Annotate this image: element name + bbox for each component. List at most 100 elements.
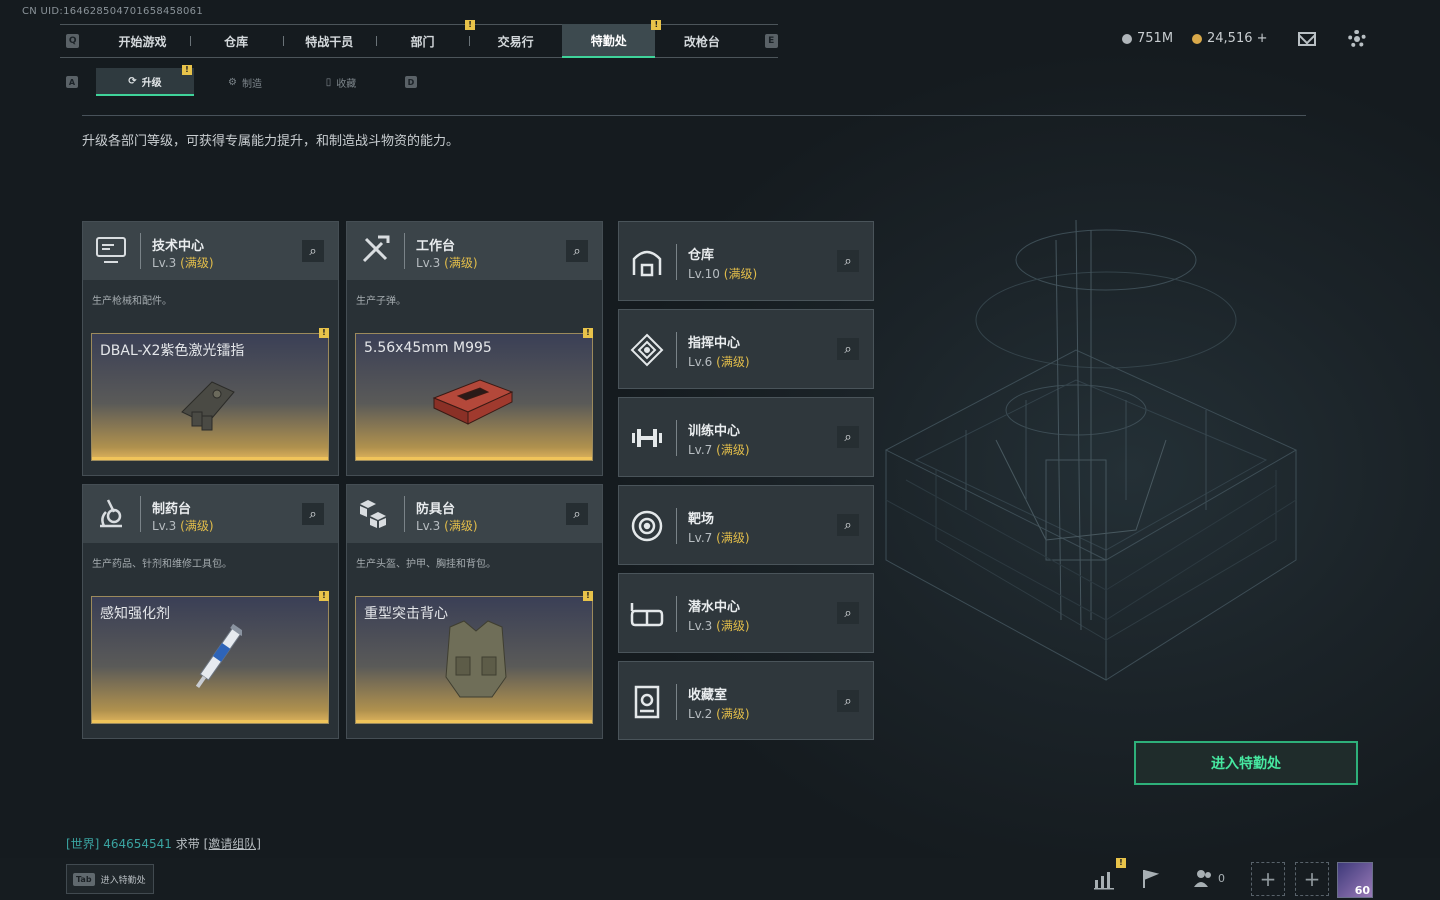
avatar[interactable]: 60: [1337, 862, 1373, 898]
workbench-name: 防具台: [416, 502, 456, 517]
nav-start-game[interactable]: 开始游戏: [95, 24, 189, 58]
chat-message: 求带: [175, 837, 200, 851]
subtab-label: 升级: [141, 77, 162, 89]
invite-team-link[interactable]: [邀请组队]: [204, 837, 261, 851]
search-icon: ⌕: [844, 253, 852, 269]
workbench-level: Lv.3 (满级): [416, 517, 478, 534]
search-button[interactable]: ⌕: [302, 503, 324, 525]
search-button[interactable]: ⌕: [837, 514, 859, 536]
facility-name: 收藏室: [688, 688, 728, 703]
settings-gear-icon[interactable]: [1348, 30, 1366, 48]
nav-operators[interactable]: 特战干员: [282, 24, 376, 58]
level-value: Lv.2: [688, 707, 713, 721]
chat-user[interactable]: 464654541: [103, 837, 172, 851]
friends-button[interactable]: 0: [1192, 867, 1225, 889]
tools-icon: [357, 232, 393, 268]
progress-bar: [92, 457, 328, 460]
command-icon: [629, 332, 665, 368]
craft-item-slot[interactable]: 5.56x45mm M995: [355, 333, 593, 461]
search-icon: ⌕: [573, 506, 581, 522]
facility-level: Lv.10 (满级): [688, 265, 757, 282]
subtab-craft[interactable]: ⚙ 制造: [200, 68, 290, 96]
facility-level: Lv.7 (满级): [688, 441, 750, 458]
subtab-label: 收藏: [336, 78, 357, 90]
search-button[interactable]: ⌕: [837, 426, 859, 448]
workbench-level: Lv.3 (满级): [416, 254, 478, 271]
stats-icon[interactable]: [1093, 868, 1115, 890]
facility-shooting-range[interactable]: 靶场 Lv.7 (满级) ⌕: [618, 485, 874, 565]
avatar-level: 60: [1354, 884, 1370, 897]
item-name: 5.56x45mm M995: [364, 340, 492, 356]
tab-hint[interactable]: Tab 进入特勤处: [66, 864, 154, 894]
nav-department[interactable]: 部门 !: [375, 20, 476, 58]
nav-label: 开始游戏: [118, 34, 167, 49]
facility-training-center[interactable]: 训练中心 Lv.7 (满级) ⌕: [618, 397, 874, 477]
search-button[interactable]: ⌕: [302, 240, 324, 262]
search-button[interactable]: ⌕: [837, 250, 859, 272]
facility-collection-room[interactable]: 收藏室 Lv.2 (满级) ⌕: [618, 661, 874, 740]
nav-label: 交易行: [497, 34, 534, 49]
max-level-label: (满级): [444, 519, 478, 533]
separator: [404, 496, 405, 532]
facility-name: 训练中心: [688, 424, 741, 439]
silver-coin-icon: [1122, 33, 1132, 44]
search-button[interactable]: ⌕: [837, 338, 859, 360]
craft-item-slot[interactable]: 感知强化剂: [91, 596, 329, 724]
uid-label: CN UID:164628504701658458061: [22, 6, 203, 17]
craft-item-slot[interactable]: DBAL-X2紫色激光镭指: [91, 333, 329, 461]
search-icon: ⌕: [309, 506, 317, 522]
facility-name: 仓库: [688, 248, 715, 263]
flag-icon[interactable]: [1140, 868, 1162, 890]
workbench-card-pharmacy[interactable]: 制药台 Lv.3 (满级) ⌕ 生产药品、针剂和维修工具包。 感知强化剂 !: [82, 484, 339, 739]
facility-level: Lv.6 (满级): [688, 353, 750, 370]
search-button[interactable]: ⌕: [837, 690, 859, 712]
add-slot-button[interactable]: +: [1251, 862, 1285, 896]
key-hint-e: E: [764, 34, 778, 48]
notification-badge: !: [583, 328, 593, 338]
craft-item-slot[interactable]: 重型突击背心: [355, 596, 593, 724]
nav-label: 部门: [410, 34, 435, 49]
search-button[interactable]: ⌕: [566, 503, 588, 525]
nav-special-ops[interactable]: 特勤处 !: [562, 20, 662, 58]
enter-special-ops-button[interactable]: 进入特勤处: [1134, 741, 1358, 785]
nav-warehouse[interactable]: 仓库: [189, 24, 283, 58]
gold-currency[interactable]: 24,516 +: [1192, 31, 1268, 46]
workbench-card-tech-center[interactable]: 技术中心 Lv.3 (满级) ⌕ 生产枪械和配件。 DBAL-X2紫色激光镭指 …: [82, 221, 339, 476]
divider: [82, 115, 1306, 116]
workbench-name: 制药台: [152, 502, 192, 517]
subtab-label: 制造: [241, 78, 262, 90]
facility-command-center[interactable]: 指挥中心 Lv.6 (满级) ⌕: [618, 309, 874, 389]
subtab-collection[interactable]: ▯ 收藏: [296, 68, 386, 96]
friends-count: 0: [1218, 871, 1225, 885]
max-level-label: (满级): [444, 256, 478, 270]
facility-diving-center[interactable]: 潜水中心 Lv.3 (满级) ⌕: [618, 573, 874, 653]
level-value: Lv.7: [688, 443, 713, 457]
search-button[interactable]: ⌕: [566, 240, 588, 262]
target-icon: [629, 508, 665, 544]
workbench-description: 生产头盔、护甲、胸挂和背包。: [356, 559, 496, 570]
nav-gunsmith[interactable]: 改枪台: [655, 24, 748, 58]
mail-icon[interactable]: [1298, 32, 1316, 46]
workbench-description: 生产子弹。: [356, 296, 406, 307]
max-level-label: (满级): [180, 519, 214, 533]
workbench-card-armor[interactable]: 防具台 Lv.3 (满级) ⌕ 生产头盔、护甲、胸挂和背包。 重型突击背心 !: [346, 484, 603, 739]
separator: [140, 233, 141, 269]
level-value: Lv.3: [688, 619, 713, 633]
facility-warehouse[interactable]: 仓库 Lv.10 (满级) ⌕: [618, 221, 874, 301]
warehouse-icon: [629, 244, 665, 280]
search-icon: ⌕: [844, 429, 852, 445]
max-level-label: (满级): [716, 443, 750, 457]
search-icon: ⌕: [844, 517, 852, 533]
facility-name: 潜水中心: [688, 600, 741, 615]
facility-name: 指挥中心: [688, 336, 741, 351]
workbench-card-workbench[interactable]: 工作台 Lv.3 (满级) ⌕ 生产子弹。 5.56x45mm M995 !: [346, 221, 603, 476]
nav-label: 仓库: [224, 34, 249, 49]
chat-channel: [世界]: [66, 837, 100, 851]
add-slot-button[interactable]: +: [1295, 862, 1329, 896]
nav-trading[interactable]: 交易行: [469, 24, 562, 58]
subtab-upgrade[interactable]: ⟳ 升级 !: [96, 65, 194, 96]
facility-name: 靶场: [688, 512, 715, 527]
level-value: Lv.3: [416, 256, 441, 270]
separator: [676, 420, 677, 456]
search-button[interactable]: ⌕: [837, 602, 859, 624]
